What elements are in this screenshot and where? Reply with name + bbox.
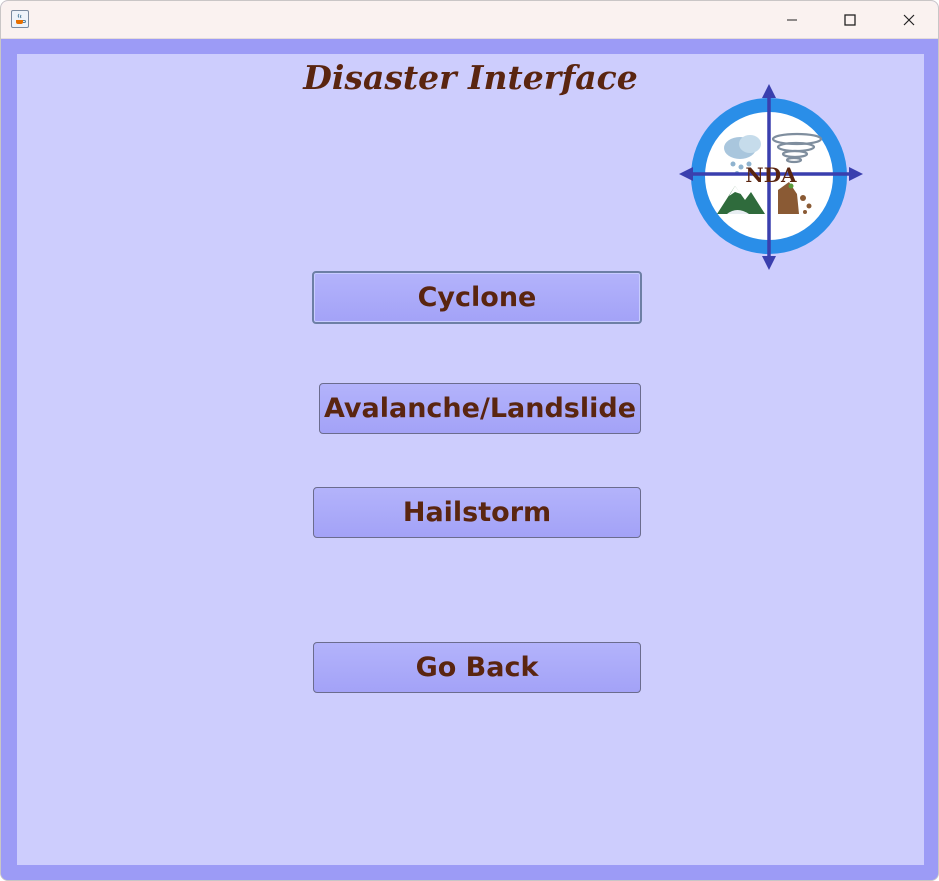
app-window: Disaster Interface NDA Cyclone Avalanche…: [0, 0, 939, 881]
hailstorm-button[interactable]: Hailstorm: [313, 487, 641, 538]
maximize-button[interactable]: [821, 1, 879, 38]
cyclone-button[interactable]: Cyclone: [312, 271, 642, 324]
minimize-icon: [787, 19, 797, 20]
go-back-button[interactable]: Go Back: [313, 642, 641, 693]
maximize-icon: [844, 13, 856, 26]
title-bar[interactable]: [1, 1, 938, 39]
close-icon: [903, 14, 915, 25]
logo-text: NDA: [745, 163, 797, 187]
avalanche-landslide-button[interactable]: Avalanche/Landslide: [319, 383, 641, 434]
minimize-button[interactable]: [763, 1, 821, 38]
nda-logo: NDA: [677, 82, 867, 272]
close-button[interactable]: [880, 1, 938, 38]
main-panel: Disaster Interface NDA Cyclone Avalanche…: [17, 54, 924, 865]
java-app-icon: [11, 10, 29, 28]
